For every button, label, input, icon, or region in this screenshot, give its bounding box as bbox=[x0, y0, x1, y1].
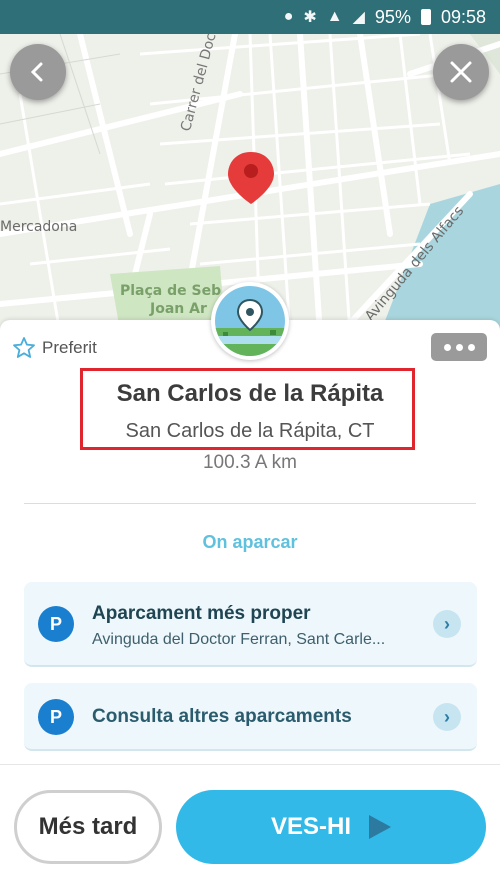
chevron-right-icon: › bbox=[433, 610, 461, 638]
close-button[interactable] bbox=[433, 44, 489, 100]
signal-icon: ◢ bbox=[352, 9, 365, 26]
parking-section-title: On aparcar bbox=[202, 532, 298, 552]
parking-nearest-title: Aparcament més proper bbox=[92, 603, 311, 624]
destination-avatar bbox=[211, 282, 289, 360]
destination-distance: 100.3 A km bbox=[202, 452, 297, 473]
star-icon bbox=[13, 337, 35, 358]
battery-percent: 95% bbox=[374, 6, 411, 27]
later-button[interactable]: Més tard bbox=[14, 790, 162, 864]
favorite-label: Preferit bbox=[42, 338, 97, 357]
play-icon bbox=[369, 815, 391, 839]
map-label-mercadona: Mercadona bbox=[0, 219, 78, 235]
more-options-button[interactable] bbox=[431, 333, 487, 361]
location-icon: ● bbox=[283, 8, 294, 25]
more-dot-icon bbox=[467, 343, 475, 351]
parking-other-row[interactable]: P Consulta altres aparcaments › bbox=[24, 683, 477, 751]
later-label: Més tard bbox=[38, 813, 138, 840]
more-dot-icon bbox=[455, 343, 463, 351]
more-dot-icon bbox=[443, 343, 451, 351]
parking-nearest-address: Avinguda del Doctor Ferran, Sant Carle..… bbox=[92, 631, 386, 648]
destination-title: San Carlos de la Rápita bbox=[116, 380, 384, 407]
parking-icon: P bbox=[38, 606, 74, 642]
back-button[interactable] bbox=[10, 44, 66, 100]
bluetooth-icon: ✱ bbox=[303, 9, 317, 26]
divider bbox=[24, 503, 476, 504]
parking-nearest-row[interactable]: P Aparcament més proper Avinguda del Doc… bbox=[24, 582, 477, 667]
destination-subtitle: San Carlos de la Rápita, CT bbox=[125, 420, 375, 442]
place-illustration-icon bbox=[215, 286, 285, 356]
clock: 09:58 bbox=[440, 6, 486, 27]
battery-icon bbox=[420, 9, 431, 25]
go-button[interactable]: VES-HI bbox=[176, 790, 486, 864]
close-icon bbox=[450, 61, 472, 83]
parking-other-title: Consulta altres aparcaments bbox=[92, 706, 352, 727]
chevron-right-icon: › bbox=[433, 703, 461, 731]
map-label-placa: Plaça de Seb bbox=[120, 283, 222, 299]
status-bar: ● ✱ ▲ ◢ 95% 09:58 bbox=[0, 0, 500, 34]
favorite-button[interactable]: Preferit bbox=[12, 336, 97, 360]
go-label: VES-HI bbox=[270, 813, 351, 840]
divider bbox=[0, 764, 500, 765]
parking-icon: P bbox=[38, 699, 74, 735]
map-label-joan: Joan Ar bbox=[150, 301, 207, 317]
chevron-left-icon bbox=[30, 62, 43, 82]
wifi-icon: ▲ bbox=[326, 8, 343, 25]
